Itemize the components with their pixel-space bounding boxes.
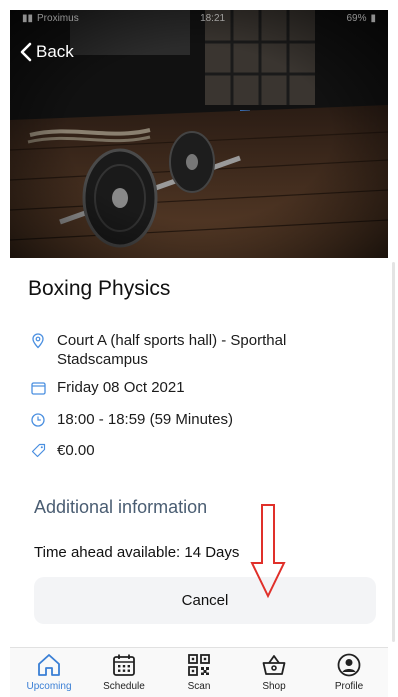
price-text: €0.00 (57, 442, 95, 459)
scrollbar[interactable] (392, 262, 395, 642)
user-circle-icon (337, 653, 361, 677)
carrier-name: Proximus (37, 12, 79, 24)
tab-label: Upcoming (26, 681, 72, 692)
tab-upcoming[interactable]: Upcoming (14, 652, 84, 697)
home-icon (38, 654, 60, 676)
tab-label: Schedule (103, 681, 145, 692)
tab-label: Shop (262, 681, 286, 692)
status-time: 18:21 (200, 12, 226, 24)
price-tag-icon (30, 441, 46, 460)
time-text: 18:00 - 18:59 (59 Minutes) (57, 411, 233, 428)
clock-icon (30, 410, 46, 429)
location-row: Court A (half sports hall) - Sporthal St… (30, 331, 327, 369)
tab-label: Profile (334, 681, 364, 692)
battery-icon: ▮ (370, 12, 376, 24)
cancel-button[interactable]: Cancel (34, 577, 376, 624)
tab-scan[interactable]: Scan (164, 652, 234, 697)
battery-percent: 69% (346, 12, 367, 24)
back-button[interactable]: Back (20, 42, 74, 62)
qr-code-icon (188, 654, 210, 676)
tab-profile[interactable]: Profile (314, 652, 384, 697)
back-label: Back (36, 42, 74, 61)
tab-schedule[interactable]: Schedule (89, 652, 159, 697)
tab-label: Scan (187, 681, 211, 692)
annotation-arrow-icon (250, 504, 286, 599)
tab-shop[interactable]: Shop (239, 652, 309, 697)
additional-info-heading: Additional information (34, 497, 208, 517)
event-title: Boxing Physics (28, 277, 171, 300)
time-ahead-text: Time ahead available: 14 Days (34, 544, 240, 561)
chevron-left-icon (20, 42, 32, 62)
basket-icon (262, 655, 286, 675)
event-detail-screen: ▮▮ Proximus 18:21 69% ▮ Back Boxing Phys… (0, 0, 398, 697)
location-text: Court A (half sports hall) - Sporthal St… (57, 332, 287, 368)
date-row: Friday 08 Oct 2021 (30, 378, 327, 397)
status-bar: ▮▮ Proximus 18:21 69% ▮ (10, 10, 388, 26)
signal-icon: ▮▮ (22, 12, 34, 24)
calendar-icon (30, 378, 46, 397)
hero-image: ▮▮ Proximus 18:21 69% ▮ Back (10, 10, 388, 258)
location-pin-icon (30, 331, 46, 350)
date-text: Friday 08 Oct 2021 (57, 379, 185, 396)
time-row: 18:00 - 18:59 (59 Minutes) (30, 410, 327, 429)
bottom-tab-bar: Upcoming Schedule Scan Shop Profile (10, 647, 388, 697)
price-row: €0.00 (30, 441, 327, 460)
calendar-icon (113, 654, 135, 676)
